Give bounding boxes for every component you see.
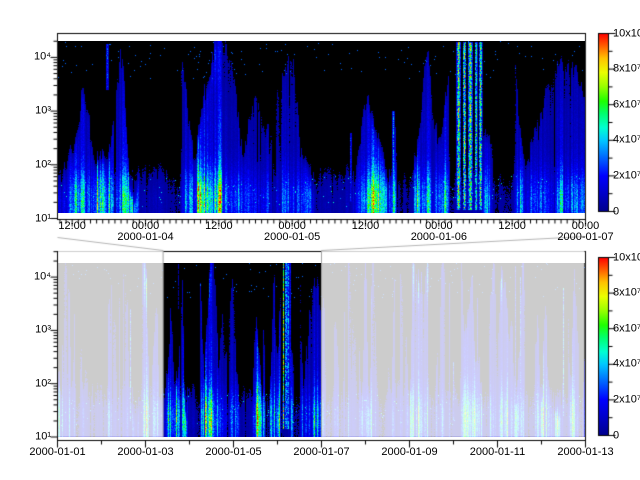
x-axis-time-label: 12:00	[58, 221, 86, 232]
y-axis-tick-label: 10⁴	[34, 272, 51, 283]
x-axis-date-label: 2000-01-03	[117, 447, 173, 458]
colorbar-tick-label: 2x10⁷	[613, 394, 640, 405]
x-axis-date-label: 2000-01-09	[381, 447, 437, 458]
y-axis-tick-label: 10²	[35, 159, 51, 170]
colorbar-tick-label: 0	[613, 206, 619, 217]
colorbar-tick-label: 8x10⁷	[613, 288, 640, 299]
x-axis-date-label: 2000-01-06	[411, 232, 467, 243]
colorbar-tick-label: 10x10⁷	[613, 28, 640, 39]
x-axis-date-label: 2000-01-01	[29, 447, 85, 458]
x-axis-time-label: 12:00	[498, 221, 526, 232]
y-axis-tick-label: 10¹	[35, 213, 51, 224]
y-axis-tick-label: 10³	[35, 325, 51, 336]
x-axis-time-label: 12:00	[352, 221, 380, 232]
colorbar-tick-label: 8x10⁷	[613, 64, 640, 75]
x-axis-date-label: 2000-01-11	[470, 447, 525, 458]
colorbar-tick-label: 6x10⁷	[613, 323, 640, 334]
x-axis-date-label: 2000-01-05	[264, 232, 320, 243]
colorbar-tick-label: 10x10⁷	[613, 252, 640, 263]
x-axis-date-label: 2000-01-07	[293, 447, 349, 458]
y-axis-tick-label: 10⁴	[34, 52, 51, 63]
colorbar-tick-label: 0	[613, 430, 619, 441]
context-spectrogram-plot[interactable]	[58, 263, 585, 437]
x-axis-date-label: 2000-01-05	[205, 447, 261, 458]
x-axis-date-label: 2000-01-07	[557, 232, 613, 243]
zoomed-spectrogram-plot[interactable]	[58, 41, 585, 213]
zoom-selection-box[interactable]	[163, 250, 321, 437]
colorbar-tick-label: 4x10⁷	[613, 359, 640, 370]
spectrogram-figure: 10¹ 10² 10³ 10⁴ 0 2x10⁷ 4x10⁷ 6x10⁷ 8x10⁷ 10x10⁷ 1…	[0, 0, 640, 480]
colorbar-tick-label: 2x10⁷	[613, 170, 640, 181]
y-axis-tick-label: 10¹	[35, 432, 51, 443]
y-axis-tick-label: 10²	[35, 378, 51, 389]
y-axis-tick-label: 10³	[35, 106, 51, 117]
x-axis-time-label: 12:00	[205, 221, 233, 232]
colorbar-tick-label: 6x10⁷	[613, 99, 640, 110]
colorbar-tick-label: 4x10⁷	[613, 135, 640, 146]
x-axis-date-label: 2000-01-13	[557, 447, 613, 458]
x-axis-date-label: 2000-01-04	[117, 232, 173, 243]
